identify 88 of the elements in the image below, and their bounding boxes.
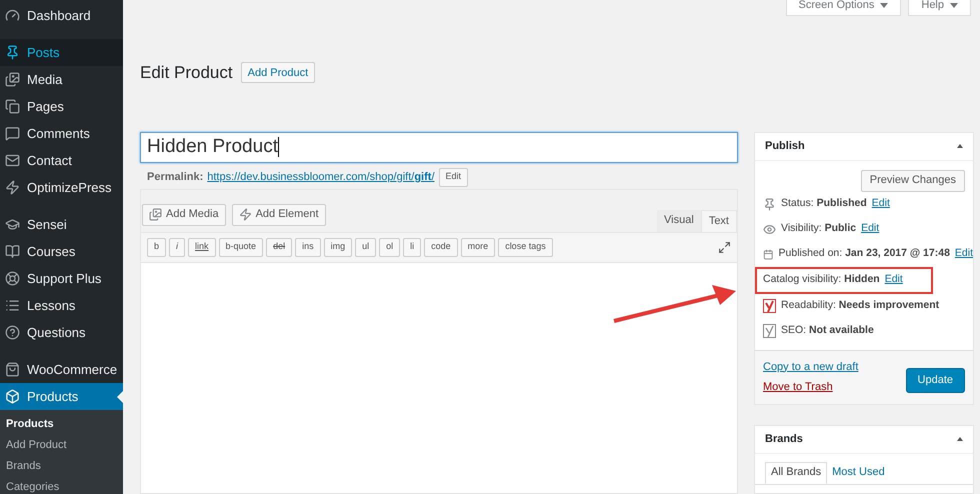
sidebar-item[interactable]: WooCommerce [0,356,123,383]
trash-link[interactable]: Move to Trash [763,379,858,396]
lifebuoy-icon [5,271,20,286]
list-icon [5,298,20,313]
edit-slug-button[interactable]: Edit [438,168,468,186]
tab-button[interactable]: Help [908,0,971,16]
publish-info: Status: Published [781,196,867,212]
edit-link[interactable]: Edit [884,272,903,288]
brands-tab[interactable]: All Brands [765,462,828,484]
caret-icon [880,2,888,8]
quicktag-button[interactable]: more [460,238,496,256]
edit-link[interactable]: Edit [861,221,880,237]
quicktag-button[interactable]: ol [379,238,400,256]
permalink-label: Permalink: [147,170,204,185]
pin-icon [5,45,20,60]
graduation-cap-icon [5,217,20,232]
images-icon [149,208,162,221]
current-pointer-icon [117,391,123,403]
editor-tab[interactable]: Text [700,210,737,232]
quicktag-button[interactable]: b-quote [218,238,264,256]
sidebar-item[interactable]: Pages [0,93,123,120]
quicktag-button[interactable]: i [169,238,186,256]
submenu-item[interactable]: Add Product [0,435,123,456]
calendar-icon [763,248,774,260]
sidebar-item[interactable]: Comments [0,120,123,147]
yoast-icon [763,324,776,338]
preview-button[interactable]: Preview Changes [860,170,965,192]
box-icon [5,389,20,404]
question-icon [5,325,20,340]
publish-info: Catalog visibility: Hidden [763,272,880,288]
box-title: Publish [765,138,805,154]
submenu-item[interactable]: Products [0,414,123,435]
edit-link[interactable]: Edit [872,196,890,212]
publish-info: Visibility: Public [781,221,856,236]
publish-info: Readability: Needs improvement [781,298,940,314]
speech-bubble-icon [5,126,20,141]
sidebar-item[interactable]: Sensei [0,211,123,238]
eye-icon [763,222,776,236]
shopping-bag-icon [5,362,20,377]
update-button[interactable]: Update [906,368,965,392]
sidebar-item[interactable]: Posts [0,39,123,66]
quicktag-button[interactable]: del [266,238,292,256]
copy-draft-link[interactable]: Copy to a new draft [763,358,858,375]
book-icon [5,244,20,259]
images-icon [5,72,20,87]
lightning-icon [238,208,252,221]
editor-tab[interactable]: Visual [657,210,701,232]
submenu-item[interactable]: Categories [0,477,123,494]
collapse-icon[interactable] [957,437,963,441]
quicktag-button[interactable]: link [188,238,216,256]
sidebar-item[interactable]: Courses [0,238,123,265]
quicktag-button[interactable]: code [424,238,458,256]
envelope-icon [5,153,20,168]
sidebar-item[interactable]: Support Plus [0,265,123,292]
permalink-link[interactable]: https://dev.businessbloomer.com/shop/gift/gift/ [207,168,434,186]
lightning-icon [5,180,20,195]
sidebar-item[interactable]: Products [0,383,123,410]
collapse-icon[interactable] [957,144,963,148]
fullscreen-icon[interactable] [718,240,731,254]
title-field[interactable]: Hidden Product [140,132,738,162]
yoast-icon [763,299,776,313]
sidebar-item[interactable]: OptimizePress [0,174,123,201]
gauge-icon [5,8,20,23]
quicktag-button[interactable]: img [324,238,352,256]
media-button[interactable]: Add Media [142,204,226,226]
quicktag-button[interactable]: ul [355,238,376,256]
quicktag-button[interactable]: li [403,238,422,256]
tab-button[interactable]: Screen Options [786,0,902,16]
sidebar-item[interactable]: Questions [0,319,123,346]
media-button[interactable]: Add Element [232,204,326,226]
page-title: Edit Product [140,62,233,84]
sidebar-item[interactable]: Lessons [0,292,123,319]
quicktag-button[interactable]: ins [295,238,321,256]
sidebar-item[interactable]: Dashboard [0,2,123,29]
pin-icon [763,198,776,210]
box-title: Brands [765,432,803,447]
quicktag-button[interactable]: b [147,238,166,256]
sidebar-item[interactable]: Contact [0,147,123,174]
brands-tab[interactable]: Most Used [827,462,890,484]
pages-icon [5,99,20,114]
add-product-button[interactable]: Add Product [240,62,316,84]
quicktag-button[interactable]: close tags [498,238,553,256]
edit-link[interactable]: Edit [954,246,973,262]
submenu-item[interactable]: Brands [0,456,123,477]
caret-icon [950,2,958,8]
publish-info: Published on: Jan 23, 2017 @ 17:48 [778,246,950,262]
sidebar-item[interactable]: Media [0,66,123,93]
publish-info: SEO: Not available [781,323,874,338]
